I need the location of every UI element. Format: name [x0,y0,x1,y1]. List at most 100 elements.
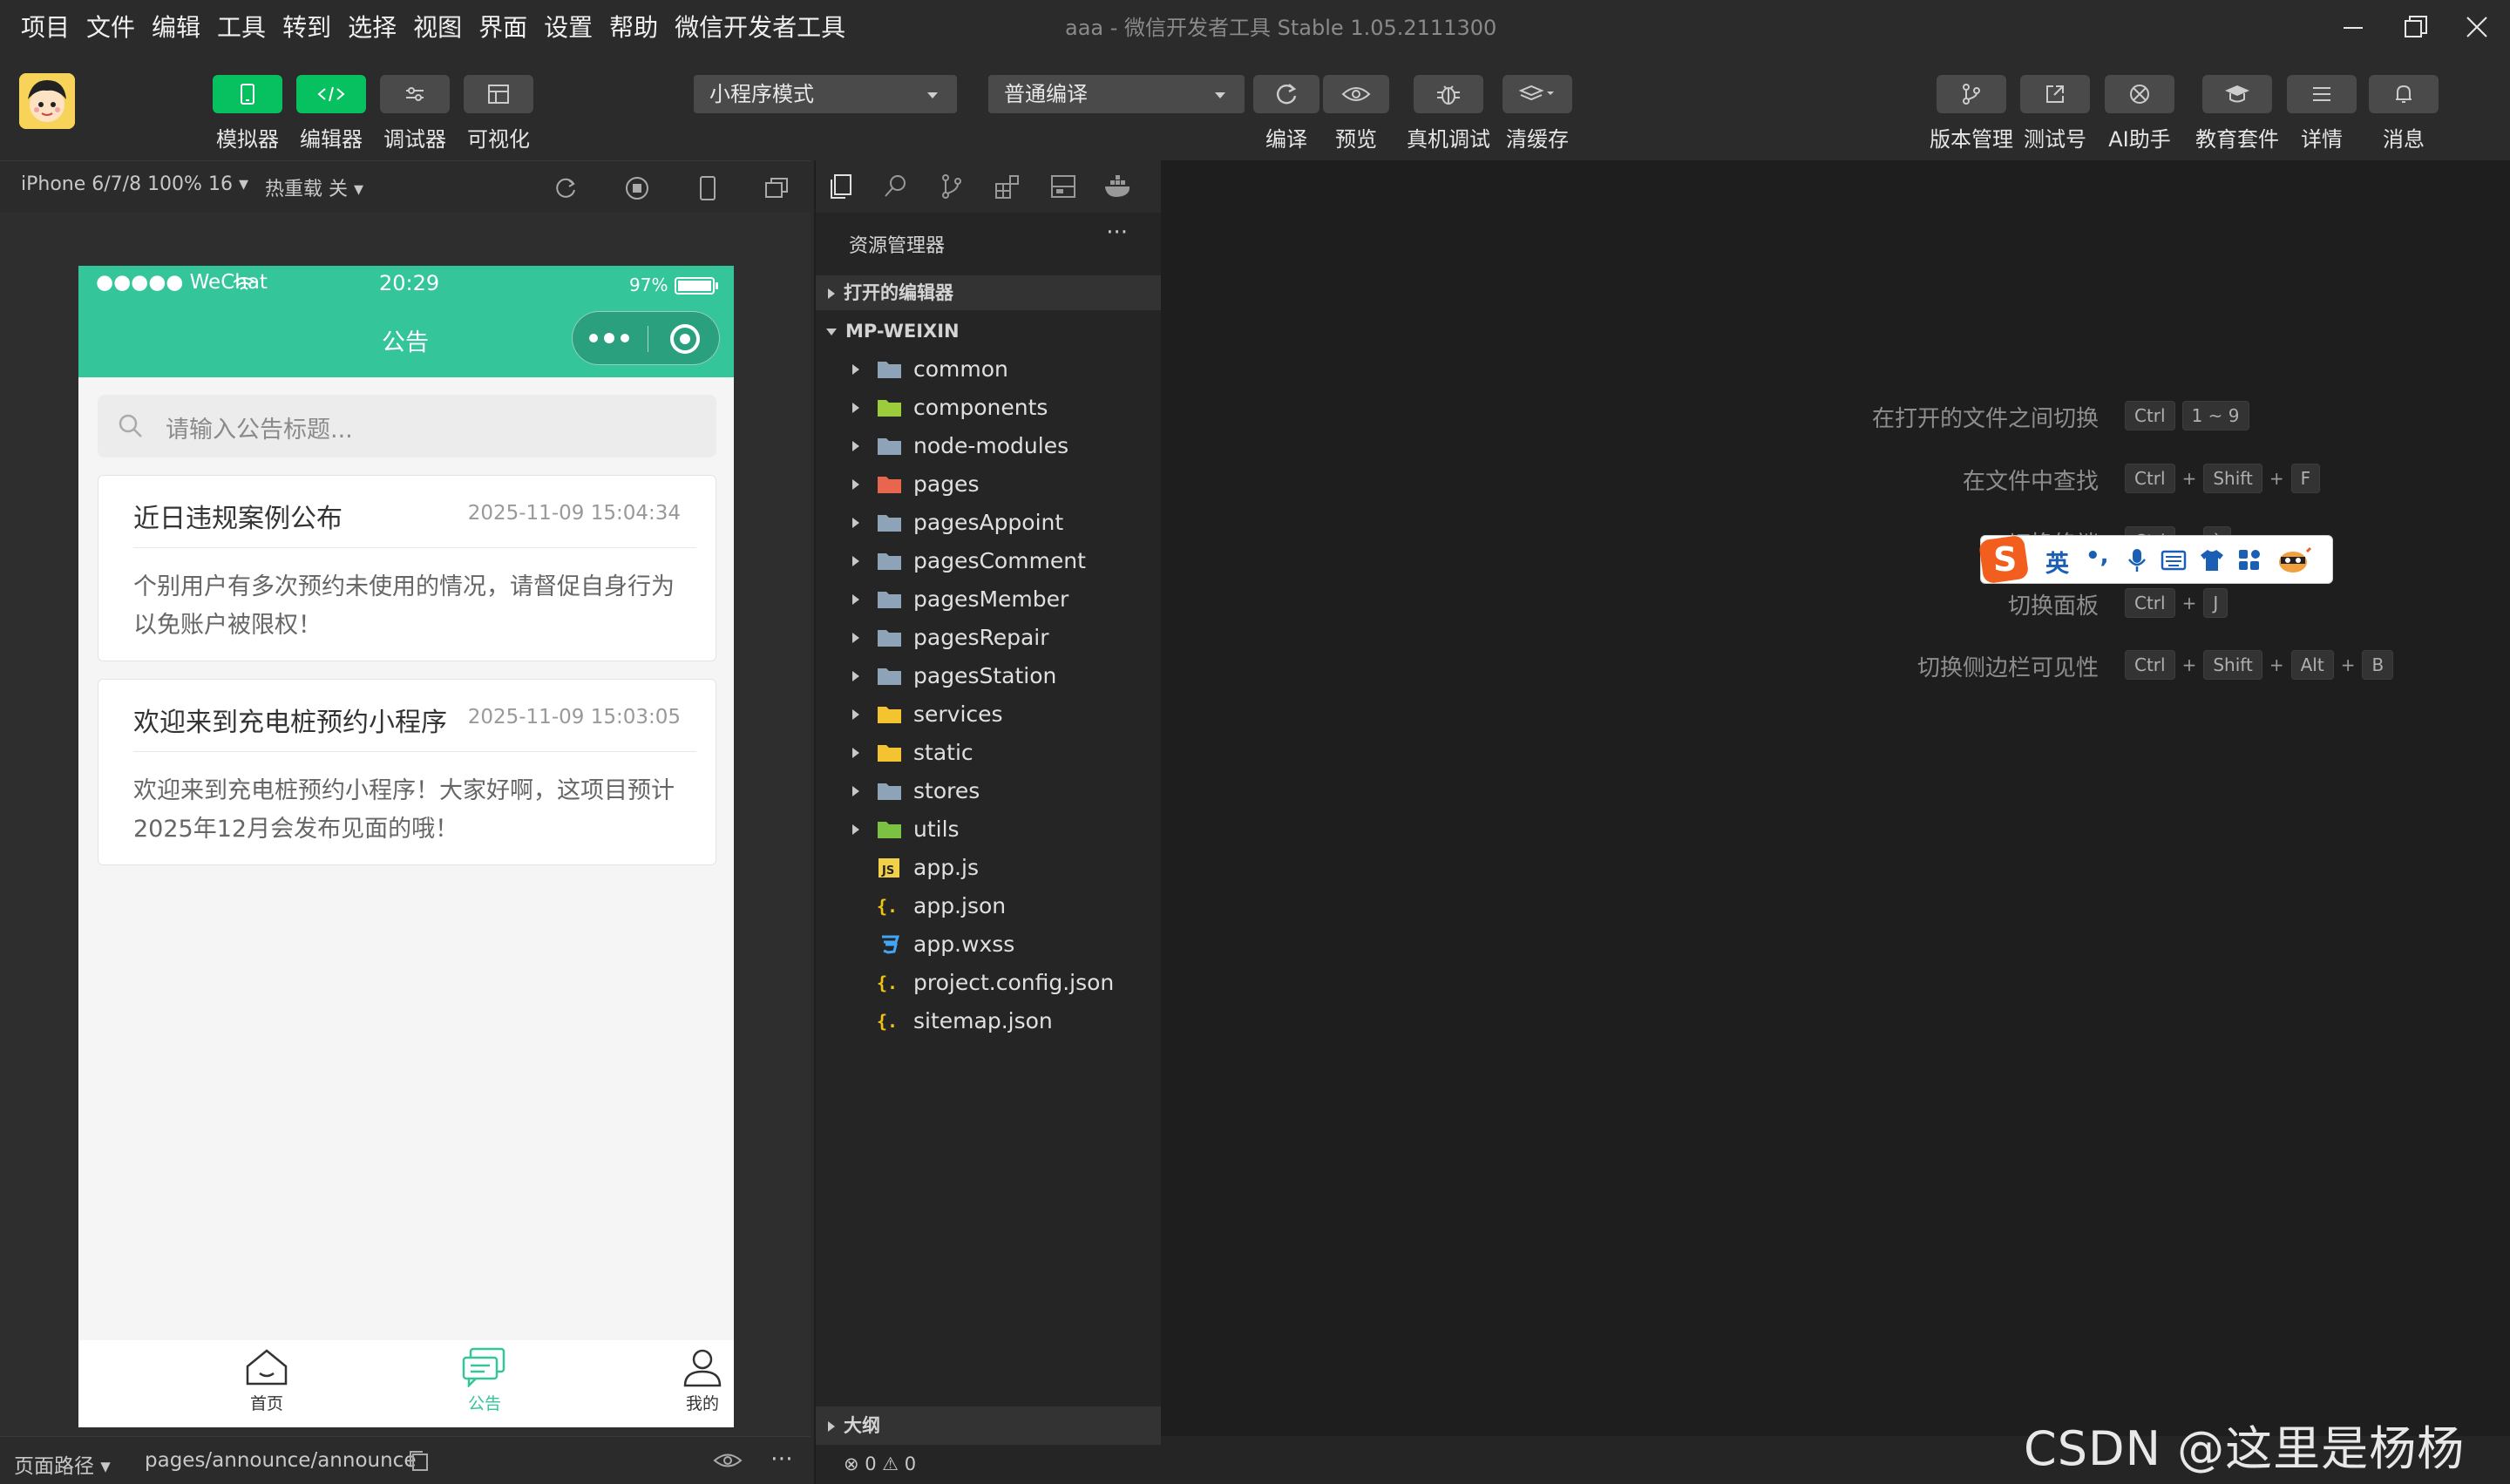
edu-kit-button[interactable]: 教育套件 [2195,75,2279,152]
tree-item-label: pages [913,471,980,497]
tree-folder[interactable]: pagesRepair [816,619,1163,657]
ime-punctuation[interactable]: •, [2086,543,2109,569]
folder-icon [878,362,901,378]
tree-folder[interactable]: pagesStation [816,657,1163,695]
mode-select[interactable]: 小程序模式 [694,75,957,113]
outline-section[interactable]: 大纲 [816,1406,1163,1445]
user-avatar[interactable] [19,73,75,129]
tree-file[interactable]: {..} project.config.json [816,964,1163,1002]
compile-mode-select[interactable]: 普通编译 [988,75,1245,113]
storage-icon[interactable] [1049,173,1077,200]
open-editors-section[interactable]: 打开的编辑器 [816,275,1163,310]
menu-interface[interactable]: 界面 [478,10,527,45]
device-select[interactable]: iPhone 6/7/8 100% 16 ▾ [21,173,248,195]
tree-folder[interactable]: components [816,389,1163,427]
chevron-right-icon [852,786,859,796]
git-branch-icon[interactable] [938,173,966,200]
simulator-toggle[interactable]: 模拟器 [213,75,282,152]
tree-file[interactable]: app.wxss [816,925,1163,964]
menu-select[interactable]: 选择 [348,10,397,45]
mascot-icon[interactable] [2277,546,2312,574]
menu-project[interactable]: 项目 [21,10,70,45]
announcement-card[interactable]: 欢迎来到充电桩预约小程序 2025-11-09 15:03:05 欢迎来到充电桩… [98,679,716,865]
extensions-icon[interactable] [994,173,1021,200]
restore-button[interactable] [2390,5,2442,49]
debugger-toggle[interactable]: 调试器 [380,75,450,152]
menu-goto[interactable]: 转到 [282,10,331,45]
docker-icon[interactable] [1103,173,1135,200]
tab-home[interactable]: 首页 [206,1347,328,1414]
tree-folder[interactable]: node-modules [816,427,1163,465]
tab-mine[interactable]: 我的 [641,1347,734,1414]
tree-folder[interactable]: stores [816,772,1163,810]
tree-folder[interactable]: pages [816,465,1163,504]
tree-folder[interactable]: static [816,734,1163,772]
remote-debug-button[interactable]: 真机调试 [1407,75,1490,152]
key-cap: Ctrl [2125,464,2175,493]
explorer-more-button[interactable]: ··· [1106,220,1128,246]
skin-shirt-icon[interactable] [2199,548,2225,573]
messages-button[interactable]: 消息 [2369,75,2439,152]
tree-folder[interactable]: common [816,350,1163,389]
tree-file[interactable]: {..} sitemap.json [816,1002,1163,1040]
stop-icon[interactable] [624,175,650,201]
announcement-card[interactable]: 近日违规案例公布 2025-11-09 15:04:34 个别用户有多次预约未使… [98,475,716,661]
ime-toolbar[interactable]: S 英 •, [1979,535,2333,584]
json-file-icon: {..} [877,1011,901,1032]
problems-status[interactable]: ⊗ 0 ⚠ 0 [816,1445,1163,1484]
copy-icon[interactable] [408,1449,431,1472]
capsule-menu[interactable] [572,311,720,365]
device-icon[interactable] [697,175,718,201]
compile-button[interactable]: 编译 [1253,75,1319,152]
project-section[interactable]: MP-WEIXIN [816,314,1163,349]
search-icon[interactable] [882,173,910,200]
close-target-icon[interactable] [668,322,702,356]
key-cap: Ctrl [2125,401,2175,430]
toolbox-grid-icon[interactable] [2237,548,2262,573]
tree-folder[interactable]: pagesMember [816,580,1163,619]
ai-assistant-button[interactable]: AI助手 [2105,75,2174,152]
preview-button[interactable]: 预览 [1323,75,1389,152]
menu-help[interactable]: 帮助 [609,10,658,45]
eye-icon[interactable] [713,1451,743,1470]
window-icon[interactable] [763,175,790,201]
css-file-icon [882,935,900,954]
page-path-select[interactable]: 页面路径 ▾ [14,1449,111,1479]
details-button[interactable]: 详情 [2287,75,2357,152]
tree-folder[interactable]: services [816,695,1163,734]
chevron-right-icon [852,633,859,643]
rotate-icon[interactable] [553,175,579,201]
json-file-icon: {..} [877,972,901,993]
menu-wechat-devtools[interactable]: 微信开发者工具 [675,10,845,45]
tree-folder[interactable]: pagesComment [816,542,1163,580]
microphone-icon[interactable] [2127,547,2147,573]
folder-icon [878,477,901,493]
tree-file[interactable]: {..} app.json [816,887,1163,925]
version-control-button[interactable]: 版本管理 [1930,75,2013,152]
test-account-button[interactable]: 测试号 [2020,75,2090,152]
tree-folder[interactable]: utils [816,810,1163,849]
tree-file[interactable]: JS app.js [816,849,1163,887]
keyboard-icon[interactable] [2161,549,2187,572]
more-dots-icon[interactable] [588,328,632,349]
tree-folder[interactable]: pagesAppoint [816,504,1163,542]
menu-edit[interactable]: 编辑 [152,10,200,45]
tab-announce[interactable]: 公告 [424,1347,546,1414]
announcement-date: 2025-11-09 15:04:34 [467,502,681,525]
editor-toggle[interactable]: 编辑器 [296,75,366,152]
close-window-button[interactable] [2451,5,2503,49]
menu-file[interactable]: 文件 [86,10,135,45]
compile-select-value: 普通编译 [1004,82,1088,106]
menu-view[interactable]: 视图 [413,10,462,45]
files-icon[interactable] [828,173,856,200]
minimize-button[interactable] [2327,5,2379,49]
search-input[interactable]: 请输入公告标题... [98,395,716,457]
visual-toggle[interactable]: 可视化 [464,75,533,152]
simulator-footer: 页面路径 ▾ pages/announce/announce ⋯ [0,1436,811,1484]
ime-language[interactable]: 英 [2045,545,2069,579]
menu-settings[interactable]: 设置 [544,10,593,45]
more-icon[interactable]: ⋯ [770,1446,793,1472]
hot-reload-select[interactable]: 热重载 关 ▾ [265,173,363,201]
menu-tools[interactable]: 工具 [217,10,266,45]
clear-cache-button[interactable]: 清缓存 [1503,75,1572,152]
